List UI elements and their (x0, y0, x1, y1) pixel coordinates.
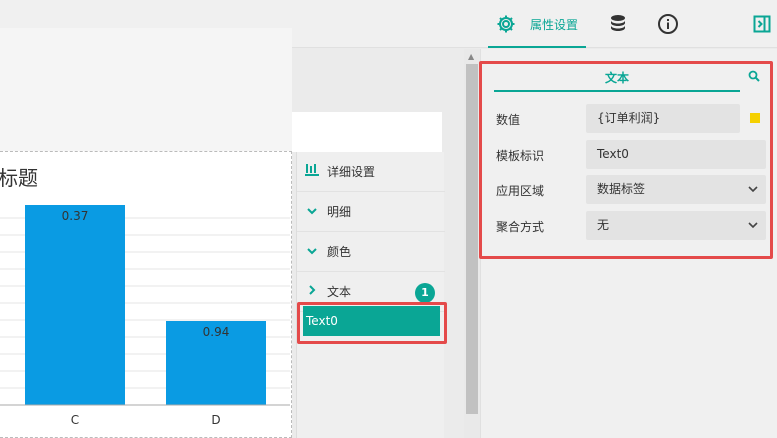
tab-property-settings[interactable]: 属性设置 (488, 0, 586, 48)
chevron-down-icon (297, 204, 327, 219)
tab-property-settings-label: 属性设置 (530, 18, 579, 32)
highlight-box-text0 (297, 302, 447, 344)
data-label: 0.37 (62, 209, 89, 223)
widget-background-strip (292, 112, 442, 152)
database-icon[interactable] (606, 12, 630, 36)
x-tick-label: C (71, 413, 79, 427)
chevron-right-icon (297, 284, 327, 299)
panel-collapse-icon[interactable] (750, 12, 774, 36)
detail-settings-header[interactable]: 详细设置 (297, 152, 445, 192)
x-tick-label: D (211, 413, 220, 427)
detail-item-mingxi[interactable]: 明细 (297, 192, 445, 232)
bar-chart-widget[interactable]: 0.37 C 0.94 D 标题 (0, 151, 292, 438)
info-icon[interactable] (656, 12, 680, 36)
detail-settings-label: 详细设置 (327, 165, 376, 179)
scrollbar-thumb[interactable] (466, 64, 478, 414)
highlight-box-properties (479, 61, 773, 259)
settings-list-icon (297, 163, 327, 181)
gear-icon (494, 12, 518, 36)
detail-item-label: 明细 (327, 205, 352, 219)
detail-settings-panel: 详细设置 明细 颜色 文本 1 (296, 152, 445, 438)
count-badge: 1 (415, 283, 435, 303)
detail-item-color[interactable]: 颜色 (297, 232, 445, 272)
chart-title: 标题 (0, 166, 38, 190)
detail-item-label: 颜色 (327, 245, 352, 259)
detail-item-label: 文本 (327, 285, 352, 299)
chevron-down-icon (297, 244, 327, 259)
bar-c[interactable] (25, 205, 125, 405)
scroll-up-arrow-icon[interactable]: ▲ (468, 52, 474, 61)
bar-chart: 0.37 C 0.94 D (0, 205, 290, 427)
data-label: 0.94 (203, 325, 230, 339)
